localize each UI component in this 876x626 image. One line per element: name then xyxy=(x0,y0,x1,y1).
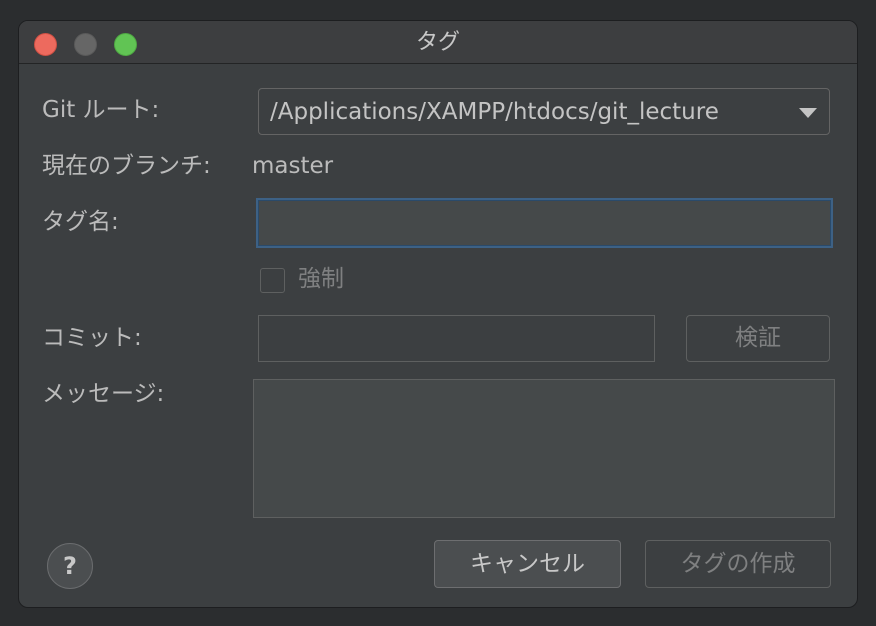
git-root-label: Git ルート: xyxy=(42,97,160,123)
create-tag-button[interactable]: タグの作成 xyxy=(645,540,831,588)
message-textarea[interactable] xyxy=(253,379,835,518)
tag-name-label: タグ名: xyxy=(42,209,119,235)
help-icon[interactable]: ? xyxy=(47,543,93,589)
title-bar: タグ xyxy=(19,21,857,64)
commit-input[interactable] xyxy=(258,315,655,362)
verify-button[interactable]: 検証 xyxy=(686,315,830,362)
force-label: 強制 xyxy=(298,266,344,292)
force-checkbox[interactable] xyxy=(260,268,285,293)
current-branch-value: master xyxy=(252,153,334,179)
cancel-button[interactable]: キャンセル xyxy=(434,540,621,588)
tag-name-input[interactable] xyxy=(256,198,833,248)
git-root-dropdown[interactable]: /Applications/XAMPP/htdocs/git_lecture xyxy=(258,88,830,135)
message-label: メッセージ: xyxy=(42,381,165,407)
chevron-down-icon xyxy=(799,108,817,118)
current-branch-label: 現在のブランチ: xyxy=(42,153,211,179)
commit-label: コミット: xyxy=(42,325,142,351)
tag-dialog: タグ Git ルート: /Applications/XAMPP/htdocs/g… xyxy=(18,20,858,608)
git-root-value: /Applications/XAMPP/htdocs/git_lecture xyxy=(270,99,719,125)
window-title: タグ xyxy=(415,30,460,55)
